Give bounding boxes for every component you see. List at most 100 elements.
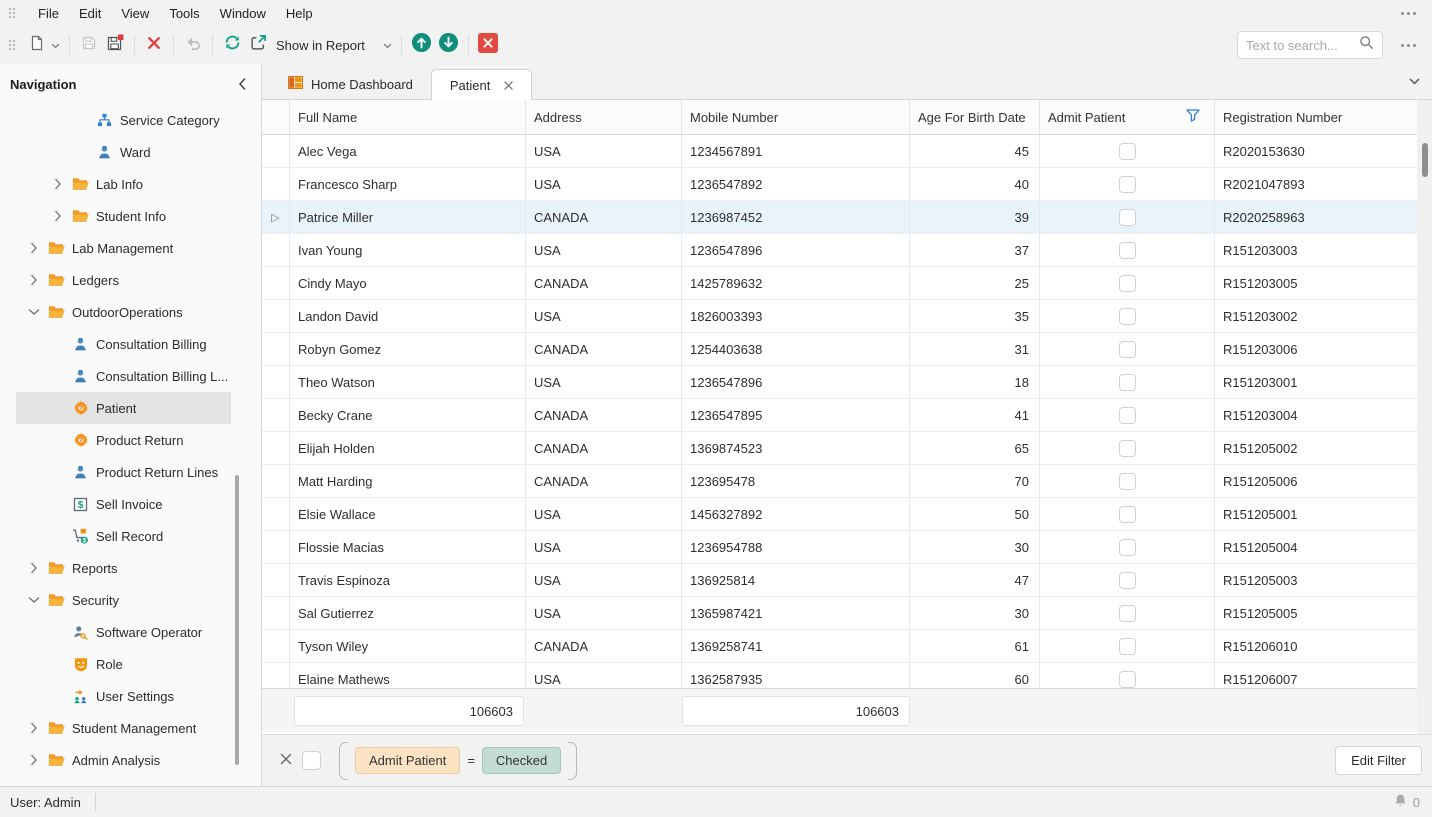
admit-patient-checkbox[interactable] bbox=[1119, 242, 1136, 259]
save-button[interactable] bbox=[76, 31, 102, 59]
sidebar-item-consultation-billing[interactable]: Consultation Billing bbox=[0, 328, 261, 360]
sidebar-item-sell-record[interactable]: $Sell Record bbox=[0, 520, 261, 552]
table-row[interactable]: Sal GutierrezUSA136598742130R151205005 bbox=[262, 597, 1417, 630]
column-header-mobile-number[interactable]: Mobile Number bbox=[682, 100, 910, 134]
admit-patient-checkbox[interactable] bbox=[1119, 638, 1136, 655]
new-document-button[interactable] bbox=[26, 31, 63, 59]
filter-funnel-icon[interactable] bbox=[1186, 109, 1200, 125]
cell-full-name[interactable]: Patrice Miller bbox=[290, 201, 526, 233]
sidebar-scrollbar-thumb[interactable] bbox=[235, 475, 239, 765]
admit-patient-checkbox[interactable] bbox=[1119, 572, 1136, 589]
sidebar-item-user-settings[interactable]: User Settings bbox=[0, 680, 261, 712]
tab-list-chevron-icon[interactable] bbox=[1397, 72, 1432, 90]
table-row[interactable]: Becky CraneCANADA123654789541R151203004 bbox=[262, 399, 1417, 432]
admit-patient-checkbox[interactable] bbox=[1119, 605, 1136, 622]
cell-age[interactable]: 30 bbox=[910, 597, 1040, 629]
filter-field-chip[interactable]: Admit Patient bbox=[355, 747, 460, 774]
table-row[interactable]: Elsie WallaceUSA145632789250R151205001 bbox=[262, 498, 1417, 531]
cell-full-name[interactable]: Becky Crane bbox=[290, 399, 526, 431]
grid-scrollbar-thumb[interactable] bbox=[1422, 143, 1428, 177]
cell-age[interactable]: 65 bbox=[910, 432, 1040, 464]
cell-mobile-number[interactable]: 1826003393 bbox=[682, 300, 910, 332]
column-header-full-name[interactable]: Full Name bbox=[290, 100, 526, 134]
filter-operator[interactable]: = bbox=[467, 753, 475, 768]
cell-age[interactable]: 31 bbox=[910, 333, 1040, 365]
table-row[interactable]: Robyn GomezCANADA125440363831R151203006 bbox=[262, 333, 1417, 366]
cell-full-name[interactable]: Alec Vega bbox=[290, 135, 526, 167]
table-row[interactable]: Theo WatsonUSA123654789618R151203001 bbox=[262, 366, 1417, 399]
cell-age[interactable]: 60 bbox=[910, 663, 1040, 688]
toolbar-overflow-icon[interactable] bbox=[1395, 40, 1422, 51]
cell-address[interactable]: USA bbox=[526, 564, 682, 596]
sidebar-item-service-category[interactable]: Service Category bbox=[0, 104, 261, 136]
cell-age[interactable]: 18 bbox=[910, 366, 1040, 398]
admit-patient-checkbox[interactable] bbox=[1119, 473, 1136, 490]
chevron-down-icon[interactable] bbox=[26, 308, 42, 316]
admit-patient-checkbox[interactable] bbox=[1119, 209, 1136, 226]
cell-full-name[interactable]: Landon David bbox=[290, 300, 526, 332]
sidebar-item-reports[interactable]: Reports bbox=[0, 552, 261, 584]
table-row[interactable]: Francesco SharpUSA123654789240R202104789… bbox=[262, 168, 1417, 201]
cell-full-name[interactable]: Theo Watson bbox=[290, 366, 526, 398]
search-input[interactable] bbox=[1246, 38, 1353, 53]
cell-registration-number[interactable]: R151205002 bbox=[1215, 432, 1417, 464]
sidebar-item-sell-invoice[interactable]: $Sell Invoice bbox=[0, 488, 261, 520]
admit-patient-checkbox[interactable] bbox=[1119, 671, 1136, 688]
cell-registration-number[interactable]: R151205005 bbox=[1215, 597, 1417, 629]
grid-vertical-scrollbar[interactable] bbox=[1417, 100, 1432, 734]
chevron-right-icon[interactable] bbox=[26, 274, 42, 286]
admit-patient-checkbox[interactable] bbox=[1119, 308, 1136, 325]
cell-address[interactable]: CANADA bbox=[526, 399, 682, 431]
show-in-report-dropdown[interactable]: Show in Report bbox=[271, 31, 395, 59]
sidebar-item-consultation-billing-l[interactable]: Consultation Billing L... bbox=[0, 360, 261, 392]
cell-full-name[interactable]: Flossie Macias bbox=[290, 531, 526, 563]
search-icon[interactable] bbox=[1359, 35, 1374, 55]
cell-address[interactable]: USA bbox=[526, 663, 682, 688]
cell-age[interactable]: 41 bbox=[910, 399, 1040, 431]
cell-full-name[interactable]: Francesco Sharp bbox=[290, 168, 526, 200]
sidebar-item-admin-analysis[interactable]: Admin Analysis bbox=[0, 744, 261, 776]
cell-registration-number[interactable]: R151205001 bbox=[1215, 498, 1417, 530]
cell-address[interactable]: USA bbox=[526, 366, 682, 398]
refresh-button[interactable] bbox=[219, 31, 245, 59]
admit-patient-checkbox[interactable] bbox=[1119, 374, 1136, 391]
cell-full-name[interactable]: Ivan Young bbox=[290, 234, 526, 266]
sidebar-item-ledgers[interactable]: Ledgers bbox=[0, 264, 261, 296]
cell-full-name[interactable]: Elaine Mathews bbox=[290, 663, 526, 688]
table-row[interactable]: Tyson WileyCANADA136925874161R151206010 bbox=[262, 630, 1417, 663]
sidebar-item-outdooroperations[interactable]: OutdoorOperations bbox=[0, 296, 261, 328]
edit-filter-button[interactable]: Edit Filter bbox=[1335, 746, 1422, 775]
cell-age[interactable]: 39 bbox=[910, 201, 1040, 233]
cell-address[interactable]: USA bbox=[526, 300, 682, 332]
table-row[interactable]: ▷Patrice MillerCANADA123698745239R202025… bbox=[262, 201, 1417, 234]
menu-window[interactable]: Window bbox=[210, 2, 276, 25]
filter-enabled-checkbox[interactable] bbox=[302, 751, 321, 770]
cell-mobile-number[interactable]: 1254403638 bbox=[682, 333, 910, 365]
cell-age[interactable]: 40 bbox=[910, 168, 1040, 200]
sidebar-item-lab-info[interactable]: Lab Info bbox=[0, 168, 261, 200]
cell-registration-number[interactable]: R151203003 bbox=[1215, 234, 1417, 266]
table-row[interactable]: Alec VegaUSA123456789145R2020153630 bbox=[262, 135, 1417, 168]
sidebar-item-product-return-lines[interactable]: Product Return Lines bbox=[0, 456, 261, 488]
cell-age[interactable]: 70 bbox=[910, 465, 1040, 497]
table-row[interactable]: Travis EspinozaUSA13692581447R151205003 bbox=[262, 564, 1417, 597]
delete-button[interactable] bbox=[141, 31, 167, 59]
tab-home-dashboard[interactable]: Home Dashboard bbox=[270, 69, 431, 99]
sidebar-item-lab-management[interactable]: Lab Management bbox=[0, 232, 261, 264]
column-header-address[interactable]: Address bbox=[526, 100, 682, 134]
cell-full-name[interactable]: Elijah Holden bbox=[290, 432, 526, 464]
cell-registration-number[interactable]: R2020258963 bbox=[1215, 201, 1417, 233]
admit-patient-checkbox[interactable] bbox=[1119, 341, 1136, 358]
cell-registration-number[interactable]: R151203001 bbox=[1215, 366, 1417, 398]
cell-registration-number[interactable]: R151206007 bbox=[1215, 663, 1417, 688]
cell-age[interactable]: 45 bbox=[910, 135, 1040, 167]
sidebar-item-role[interactable]: Role bbox=[0, 648, 261, 680]
table-row[interactable]: Cindy MayoCANADA142578963225R151203005 bbox=[262, 267, 1417, 300]
cell-mobile-number[interactable]: 1236547895 bbox=[682, 399, 910, 431]
sidebar-collapse-icon[interactable] bbox=[238, 77, 247, 91]
admit-patient-checkbox[interactable] bbox=[1119, 176, 1136, 193]
export-button[interactable] bbox=[245, 31, 271, 59]
cell-address[interactable]: CANADA bbox=[526, 465, 682, 497]
filter-value-chip[interactable]: Checked bbox=[482, 747, 561, 774]
cell-address[interactable]: CANADA bbox=[526, 201, 682, 233]
